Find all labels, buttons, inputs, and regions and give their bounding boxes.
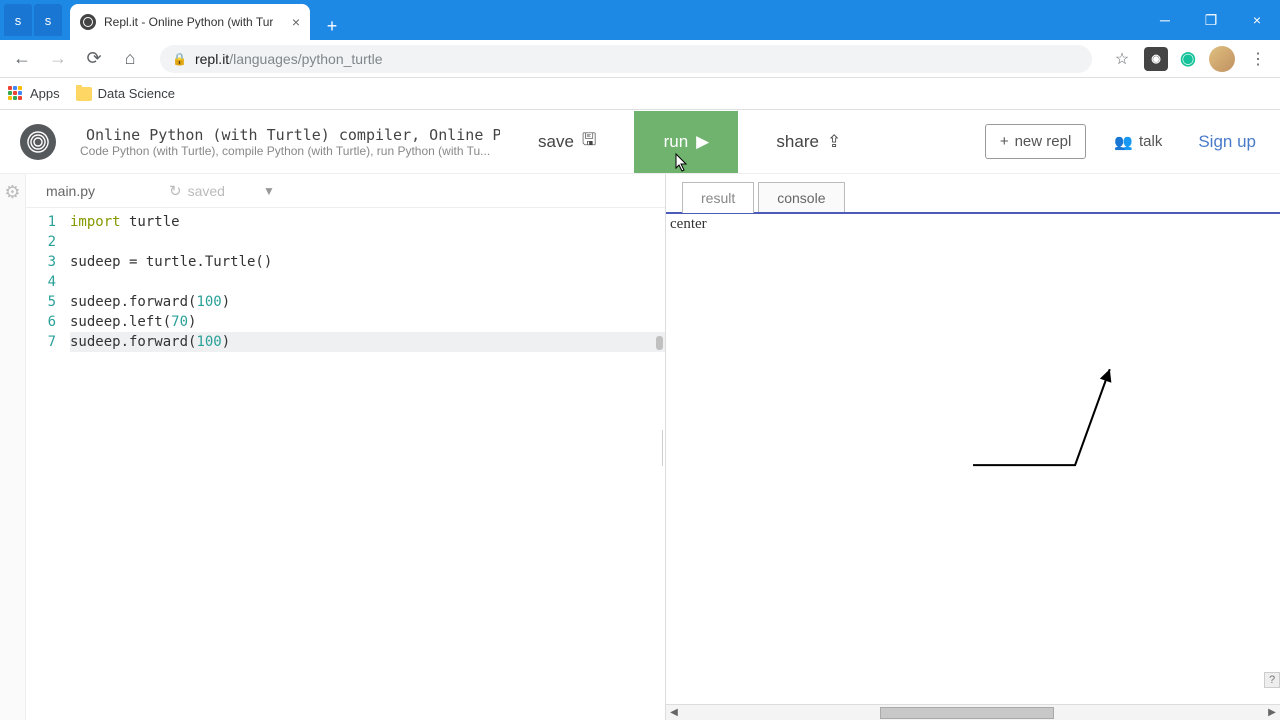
talk-button[interactable]: 👥 talk: [1104, 125, 1172, 159]
saved-indicator: ↻ saved: [169, 182, 225, 200]
apps-shortcut[interactable]: Apps: [8, 86, 60, 102]
code-editor[interactable]: 1234567 import turtlesudeep = turtle.Tur…: [26, 208, 665, 720]
folder-icon: [76, 87, 92, 101]
tab-result[interactable]: result: [682, 182, 754, 213]
browser-menu-icon[interactable]: ⋮: [1244, 45, 1272, 73]
lock-icon: 🔒: [172, 52, 187, 66]
save-disk-icon: 🖫: [582, 127, 596, 156]
play-icon: ▶: [696, 132, 709, 152]
share-button[interactable]: share ⇪: [756, 112, 861, 172]
people-icon: 👥: [1114, 133, 1133, 151]
browser-titlebar: s s Repl.it - Online Python (with Tur × …: [0, 0, 1280, 40]
profile-avatar[interactable]: [1208, 45, 1236, 73]
bookmark-label: Data Science: [98, 86, 175, 101]
output-tabbar: result console: [666, 174, 1280, 212]
window-maximize-button[interactable]: ❐: [1188, 0, 1234, 40]
app-header: Online Python (with Turtle) compiler, On…: [0, 110, 1280, 174]
save-label: save: [538, 132, 574, 152]
window-close-button[interactable]: ×: [1234, 0, 1280, 40]
scroll-track[interactable]: [682, 706, 1264, 720]
nav-reload-button[interactable]: ⟳: [80, 45, 108, 73]
page-subtitle: Code Python (with Turtle), compile Pytho…: [80, 144, 500, 158]
apps-label: Apps: [30, 86, 60, 101]
pinned-tab-2[interactable]: s: [34, 4, 62, 36]
page-title: Online Python (with Turtle) compiler, On…: [86, 126, 500, 144]
new-tab-button[interactable]: +: [318, 12, 346, 40]
tab-close-icon[interactable]: ×: [292, 14, 300, 30]
signup-link[interactable]: Sign up: [1198, 132, 1256, 152]
nav-forward-button[interactable]: →: [44, 45, 72, 73]
spiral-icon: [26, 130, 50, 154]
save-button[interactable]: save 🖫: [518, 112, 616, 172]
turtle-canvas: center ?: [666, 212, 1280, 704]
tab-console[interactable]: console: [758, 182, 844, 213]
scroll-right-arrow[interactable]: ▶: [1264, 705, 1280, 720]
cursor-pointer-icon: [670, 152, 690, 176]
browser-toolbar: ← → ⟳ ⌂ 🔒 repl.it/languages/python_turtl…: [0, 40, 1280, 78]
pinned-tab-1[interactable]: s: [4, 4, 32, 36]
url-text: repl.it/languages/python_turtle: [195, 51, 383, 67]
window-minimize-button[interactable]: ─: [1142, 0, 1188, 40]
apps-grid-icon: [8, 86, 24, 102]
saved-label: saved: [188, 183, 225, 199]
extension-privacy-icon[interactable]: ◉: [1144, 47, 1168, 71]
editor-tabbar: main.py ↻ saved ▼: [26, 174, 665, 208]
scroll-thumb[interactable]: [880, 707, 1055, 719]
help-corner-icon[interactable]: ?: [1264, 672, 1280, 688]
editor-pane: main.py ↻ saved ▼ 1234567 import turtles…: [26, 174, 666, 720]
active-browser-tab[interactable]: Repl.it - Online Python (with Tur ×: [70, 4, 310, 40]
line-gutter: 1234567: [26, 212, 70, 720]
file-tab-main[interactable]: main.py: [38, 177, 103, 205]
chevron-down-icon[interactable]: ▼: [263, 184, 275, 198]
talk-label: talk: [1139, 133, 1162, 150]
nav-home-button[interactable]: ⌂: [116, 45, 144, 73]
replit-logo[interactable]: [20, 124, 56, 160]
code-content[interactable]: import turtlesudeep = turtle.Turtle()sud…: [70, 212, 665, 720]
left-gutter: ⚙: [0, 174, 26, 720]
replit-app: Online Python (with Turtle) compiler, On…: [0, 110, 1280, 720]
extension-grammarly-icon[interactable]: ◉: [1176, 47, 1200, 71]
turtle-drawing: [666, 214, 1280, 704]
share-icon: ⇪: [827, 132, 841, 152]
scroll-left-arrow[interactable]: ◀: [666, 705, 682, 720]
bookmark-data-science[interactable]: Data Science: [76, 86, 175, 101]
output-h-scrollbar[interactable]: ◀ ▶: [666, 704, 1280, 720]
tab-title: Repl.it - Online Python (with Tur: [104, 15, 273, 29]
new-repl-label: new repl: [1015, 133, 1072, 150]
editor-scrollbar-thumb[interactable]: [656, 336, 663, 350]
bookmarks-bar: Apps Data Science: [0, 78, 1280, 110]
bookmark-star-icon[interactable]: ☆: [1108, 45, 1136, 73]
plus-icon: +: [1000, 133, 1009, 150]
history-icon: ↻: [169, 182, 182, 200]
address-bar[interactable]: 🔒 repl.it/languages/python_turtle: [160, 45, 1092, 73]
new-repl-button[interactable]: + new repl: [985, 124, 1086, 159]
output-pane: result console center ? ◀ ▶: [666, 174, 1280, 720]
gear-icon[interactable]: ⚙: [4, 182, 20, 203]
run-label: run: [664, 132, 689, 152]
replit-favicon: [80, 14, 96, 30]
nav-back-button[interactable]: ←: [8, 45, 36, 73]
share-label: share: [776, 132, 819, 152]
